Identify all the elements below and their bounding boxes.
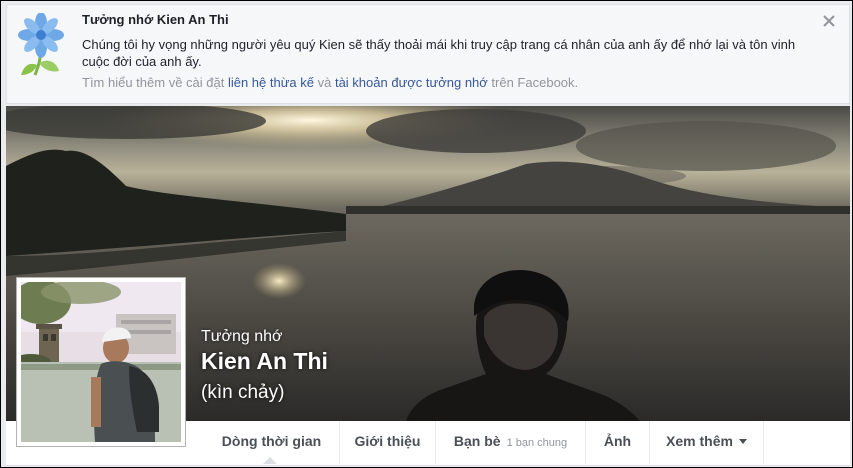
learn-prefix: Tìm hiểu thêm về cài đặt [82,75,228,90]
tab-timeline-label: Dòng thời gian [221,433,322,449]
memorial-banner: Tưởng nhớ Kien An Thi Chúng tôi hy vọng … [6,4,850,104]
tab-friends-label: Bạn bè [453,433,501,449]
tab-about-label: Giới thiệu [354,433,421,449]
memorial-title: Tưởng nhớ Kien An Thi [82,12,229,27]
tab-about[interactable]: Giới thiệu [340,421,436,464]
tab-photos[interactable]: Ảnh [586,421,650,464]
tab-more-label: Xem thêm [666,433,733,449]
tab-more[interactable]: Xem thêm [650,421,764,464]
close-icon[interactable] [821,13,837,29]
learn-and: và [314,75,335,90]
profile-page: Tưởng nhớ Kien An Thi Chúng tôi hy vọng … [0,0,853,468]
memorial-label: Tưởng nhớ [201,328,283,345]
alternate-name: (kìn chảy) [201,382,285,403]
caret-down-icon [738,439,747,444]
tab-friends[interactable]: Bạn bè 1 bạn chung [436,421,586,464]
legacy-contact-link[interactable]: liên hệ thừa kế [228,75,314,90]
tab-photos-label: Ảnh [603,433,632,449]
profile-name[interactable]: Kien An Thi [201,348,328,375]
flower-icon [18,13,64,76]
learn-more-line: Tìm hiểu thêm về cài đặt liên hệ thừa kế… [82,75,578,90]
avatar [21,282,181,442]
active-tab-marker [263,457,277,464]
mutual-friends-count: 1 bạn chung [506,437,568,449]
memorialized-account-link[interactable]: tài khoản được tưởng nhớ [335,75,488,90]
profile-picture[interactable] [16,277,186,447]
memorial-message: Chúng tôi hy vọng những người yêu quý Ki… [82,37,796,69]
learn-suffix: trên Facebook. [487,75,579,90]
